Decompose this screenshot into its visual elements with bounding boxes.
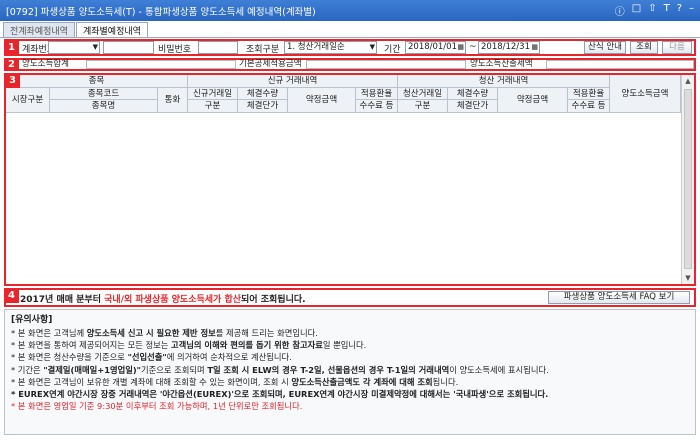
tax-value: [546, 60, 694, 69]
faq-button[interactable]: 파생상품 양도소득세 FAQ 보기: [548, 291, 690, 304]
date-to-value: 2018/12/31: [481, 42, 530, 52]
chevron-down-icon: ▼: [369, 43, 375, 51]
header-market: 시장구분: [6, 88, 50, 113]
deduction-label: 기본공제적용금액: [239, 59, 302, 69]
password-label: 비밀번호: [158, 45, 192, 55]
header-new-fx: 적용환율: [356, 88, 398, 100]
account-name-field[interactable]: [103, 41, 154, 54]
header-close-fx: 적용환율: [568, 88, 610, 100]
deduction-value: [306, 60, 466, 69]
section-number-2: 2: [4, 58, 19, 71]
minimize-icon[interactable]: –: [689, 3, 694, 18]
header-close-price: 체결단가: [448, 100, 498, 113]
header-new-price: 체결단가: [238, 100, 288, 113]
banner-part-3: 되어 조회됩니다.: [241, 295, 306, 305]
next-button[interactable]: 다음: [662, 41, 692, 54]
query-type-value: 1. 청산거래일순: [287, 42, 345, 52]
header-new-fee: 수수료 등: [356, 100, 398, 113]
header-close-trades: 청산 거래내역: [398, 75, 610, 88]
date-from-value: 2018/01/01: [408, 42, 457, 52]
search-bar: 1 계좌번호 ▼ 비밀번호 조회구분 1. 청산거래일순 ▼ 기간 2018/01…: [4, 39, 696, 56]
maximize-icon[interactable]: □: [632, 3, 641, 18]
chevron-down-icon: ▼: [92, 43, 98, 51]
query-button[interactable]: 조회: [630, 41, 658, 54]
calendar-icon[interactable]: ▦: [531, 42, 538, 53]
notice-panel: [유의사항] * 본 화면은 고객님께 양도소득세 신고 시 필요한 제반 정보…: [4, 309, 696, 435]
header-code: 종목코드: [50, 88, 158, 100]
header-close-fee: 수수료 등: [568, 100, 610, 113]
tab-all-accounts[interactable]: 전계좌예정내역: [3, 22, 75, 37]
help-icon[interactable]: ?: [677, 3, 682, 18]
header-item: 종목: [6, 75, 188, 88]
banner-part-1: 2017년 매매 분부터: [20, 295, 105, 305]
total-gain-value: [86, 60, 236, 69]
query-type-select[interactable]: 1. 청산거래일순 ▼: [284, 41, 377, 54]
header-currency: 통화: [158, 88, 188, 113]
font-icon[interactable]: T: [664, 3, 670, 18]
notice-item: * 본 화면은 고객님이 보유한 개별 계좌에 대해 조회할 수 있는 화면이며…: [11, 376, 459, 387]
header-close-type: 구분: [398, 100, 448, 113]
notice-banner: 4 2017년 매매 분부터 국내/외 파생상품 양도소득세가 합산되어 조회됩…: [4, 288, 696, 307]
date-separator: ~: [469, 42, 477, 52]
banner-highlight: 국내/외 파생상품 양도소득세가 합산: [104, 295, 242, 305]
header-gain: 양도소득금액: [610, 75, 681, 113]
section-number-3: 3: [6, 75, 20, 88]
date-to-input[interactable]: 2018/12/31 ▦: [478, 41, 540, 54]
summary-bar: 2 양도소득합계 기본공제적용금액 양도소득산출세액: [4, 58, 696, 71]
section-number-4: 4: [4, 288, 19, 303]
notice-item: * 본 화면은 청산수량을 기준으로 "선입선출"에 의거하여 순차적으로 계산…: [11, 352, 292, 363]
period-label: 기간: [384, 45, 401, 55]
info-icon[interactable]: ⓘ: [615, 3, 625, 18]
transaction-grid: 종목 시장구분 종목코드 종목명 통화 신규 거래내역 신규거래일 구분 체결수…: [4, 73, 696, 286]
window-title: [0792] 파생상품 양도소득세(T) - 통합파생상품 양도소득세 예정내역…: [6, 6, 316, 18]
account-select[interactable]: ▼: [48, 41, 100, 54]
banner-text: 2017년 매매 분부터 국내/외 파생상품 양도소득세가 합산되어 조회됩니다…: [20, 292, 306, 305]
scroll-up-icon[interactable]: ▲: [682, 75, 694, 87]
tab-divider: [0, 37, 700, 38]
title-bar: [0792] 파생상품 양도소득세(T) - 통합파생상품 양도소득세 예정내역…: [0, 0, 700, 21]
query-type-label: 조회구분: [246, 45, 280, 55]
tab-bar: 전계좌예정내역 계좌별예정내역: [3, 22, 149, 37]
header-new-date: 신규거래일: [188, 88, 238, 100]
tab-by-account[interactable]: 계좌별예정내역: [75, 22, 148, 37]
header-name: 종목명: [50, 100, 158, 113]
header-new-trades: 신규 거래내역: [188, 75, 398, 88]
notice-item: * 기간은 "결제일(매매일+1영업일)"기준으로 조회되며 T일 조회 시 E…: [11, 364, 549, 375]
date-from-input[interactable]: 2018/01/01 ▦: [405, 41, 466, 54]
pin-icon[interactable]: ⇧: [648, 3, 656, 18]
header-close-qty: 체결수량: [448, 88, 498, 100]
grid-scrollbar[interactable]: ▲ ▼: [681, 75, 694, 284]
tax-label: 양도소득산출세액: [470, 59, 533, 69]
password-input[interactable]: [198, 41, 238, 54]
notice-item: * 본 화면을 통하여 제공되어지는 모든 정보는 고객님의 이해와 편의를 돕…: [11, 340, 367, 351]
total-gain-label: 양도소득합계: [22, 59, 69, 69]
header-new-amount: 약정금액: [288, 88, 356, 113]
scroll-down-icon[interactable]: ▼: [682, 272, 694, 284]
notice-title: [유의사항]: [11, 315, 53, 325]
section-number-1: 1: [4, 39, 19, 56]
header-new-qty: 체결수량: [238, 88, 288, 100]
notice-item: * 본 화면은 영업일 기준 9:30분 이후부터 조회 가능하며, 1년 단위…: [11, 401, 303, 412]
header-close-date: 청산거래일: [398, 88, 448, 100]
calendar-icon[interactable]: ▦: [457, 42, 464, 53]
grid-header: 종목 시장구분 종목코드 종목명 통화 신규 거래내역 신규거래일 구분 체결수…: [6, 75, 681, 113]
notice-item: * EUREX연계 야간시장 장중 거래내역은 '야간옵션(EUREX)'으로 …: [11, 389, 549, 400]
scroll-thumb[interactable]: [684, 89, 692, 269]
header-close-amount: 약정금액: [498, 88, 568, 113]
window-controls: ⓘ □ ⇧ T ? –: [615, 3, 694, 18]
header-new-type: 구분: [188, 100, 238, 113]
calc-guide-button[interactable]: 산식 안내: [584, 41, 626, 54]
notice-item: * 본 화면은 고객님께 양도소득세 신고 시 필요한 제반 정보를 제공해 드…: [11, 328, 318, 338]
